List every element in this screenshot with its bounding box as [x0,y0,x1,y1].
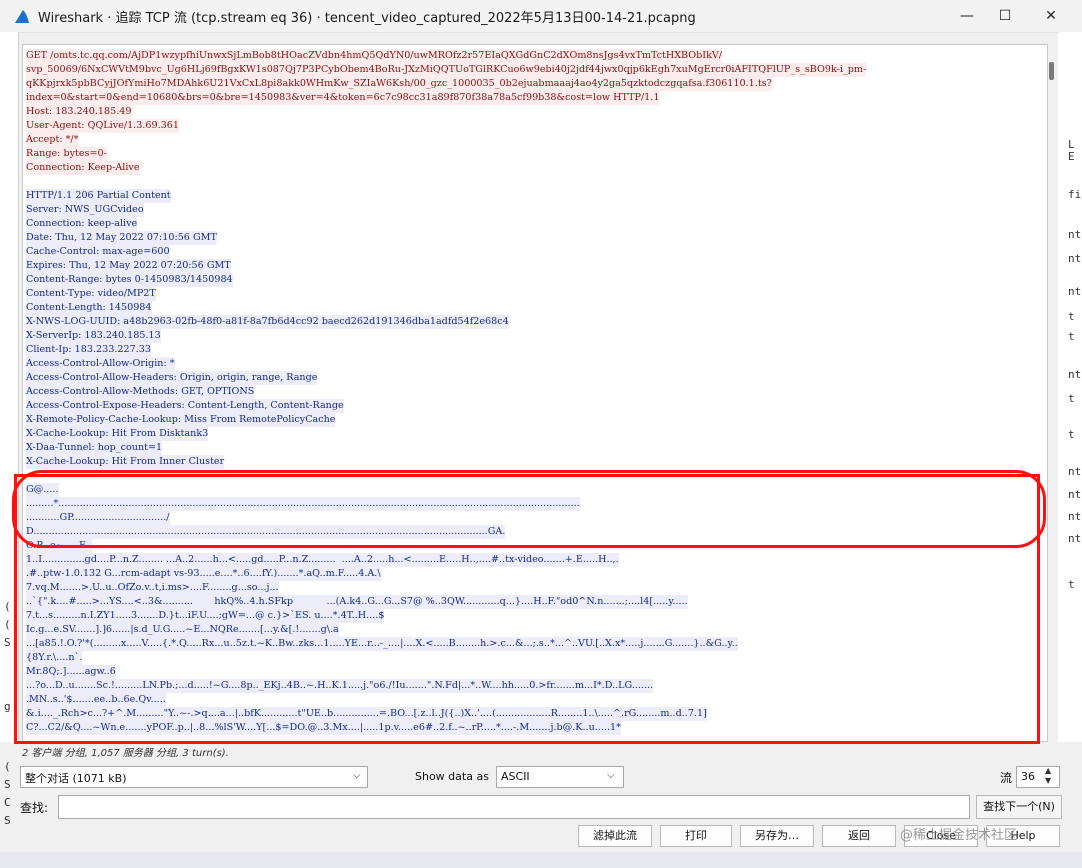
back-button[interactable]: 返回 [822,825,896,847]
client-stream-line: Range: bytes=0- [26,147,107,161]
background-glyph: ( [4,618,11,631]
server-stream-line: Content-Range: bytes 0-1450983/1450984 [26,273,233,287]
background-glyph: nt [1068,285,1082,298]
background-glyph: nt [1068,510,1082,523]
save-as-button[interactable]: 另存为… [740,825,814,847]
maximize-button[interactable]: ☐ [982,0,1028,32]
background-glyph: nt [1068,368,1082,381]
background-glyph: nt [1068,488,1082,501]
server-stream-line: Expires: Thu, 12 May 2022 07:20:56 GMT [26,259,231,273]
show-data-label: Show data as [415,770,489,783]
conversation-select-value: 整个对话 (1071 kB) [25,772,127,785]
client-stream-line: index=0&start=0&end=10680&brs=0&bre=1450… [26,91,660,105]
show-data-value: ASCII [501,770,530,783]
server-stream-line: X-NWS-LOG-UUID: a48b2963-02fb-48f0-a81f-… [26,315,509,329]
print-button[interactable]: 打印 [660,825,732,847]
server-stream-line: HTTP/1.1 206 Partial Content [26,189,171,203]
taskbar [0,852,1082,868]
client-stream-line: Accept: */* [26,133,79,147]
server-stream-line: X-Remote-Policy-Cache-Lookup: Miss From … [26,413,336,427]
background-glyph: ( [4,760,11,773]
server-stream-line: X-ServerIp: 183.240.185.13 [26,329,161,343]
server-stream-line: Cache-Control: max-age=600 [26,245,170,259]
red-annotation-rectangle [14,474,1040,744]
background-glyph: fi [1068,188,1082,201]
show-data-select[interactable]: ASCII ⌵ [496,766,624,788]
find-next-button[interactable]: 查找下一个(N) [976,795,1062,819]
stream-scrollbar-thumb[interactable] [1049,62,1054,80]
client-stream-line: qKKpjrxk5pbBCyjJOfYmiHo7MDAhk6U21VxCxL8p… [26,77,772,91]
find-input[interactable] [58,795,970,819]
server-stream-line: Content-Length: 1450984 [26,301,152,315]
server-stream-line: Access-Control-Allow-Methods: GET, OPTIO… [26,385,255,399]
client-stream-line: svp_50069/6NxCWVtM9bvc_Ug6HLj69fBgxKW1s0… [26,63,867,77]
chevron-down-icon: ⌵ [607,770,615,781]
background-glyph: nt [1068,252,1082,265]
server-stream-line: Server: NWS_UGCvideo [26,203,144,217]
background-glyph: nt [1068,532,1082,545]
background-glyph: E [1068,150,1075,163]
background-glyph: nt [1068,465,1082,478]
title-bar: Wireshark · 追踪 TCP 流 (tcp.stream eq 36) … [0,0,1082,33]
background-glyph: t [1068,310,1075,323]
server-stream-line: X-Daa-Tunnel: hop_count=1 [26,441,163,455]
server-stream-line: Access-Control-Allow-Headers: Origin, or… [26,371,318,385]
close-window-button[interactable]: ✕ [1028,0,1074,32]
background-glyph: t [1068,392,1075,405]
client-stream-line: Connection: Keep-Alive [26,161,140,175]
server-stream-line: Content-Type: video/MP2T [26,287,156,301]
background-glyph: S [4,778,11,791]
background-glyph: S [4,636,11,649]
server-stream-line: Connection: keep-alive [26,217,138,231]
background-glyph: g [4,700,11,713]
stream-label: 流 [1000,771,1013,785]
server-stream-line: Access-Control-Expose-Headers: Content-L… [26,399,344,413]
spin-down-icon[interactable]: ▼ [1045,776,1051,785]
server-stream-line: Access-Control-Allow-Origin: * [26,357,175,371]
conversation-select[interactable]: 整个对话 (1071 kB) ⌵ [20,766,368,788]
client-stream-line: GET /omts.tc.qq.com/AjDP1wzypfhiUnwxSjLm… [26,49,723,63]
watermark: @稀土掘金技术社区 [900,828,1018,843]
filter-out-stream-button[interactable]: 滤掉此流 [578,825,652,847]
client-stream-line: User-Agent: QQLive/1.3.69.361 [26,119,179,133]
wireshark-fin-icon [15,10,29,23]
background-glyph: t [1068,330,1075,343]
server-stream-line: X-Cache-Lookup: Hit From Inner Cluster [26,455,225,469]
chevron-down-icon: ⌵ [353,770,361,781]
background-glyph: ( [4,600,11,613]
server-stream-line: Client-Ip: 183.233.227.33 [26,343,151,357]
background-glyph: t [1068,578,1075,591]
server-stream-line: Date: Thu, 12 May 2022 07:10:56 GMT [26,231,217,245]
window-title: Wireshark · 追踪 TCP 流 (tcp.stream eq 36) … [38,11,696,26]
background-glyph: nt [1068,228,1082,241]
server-stream-line: X-Cache-Lookup: Hit From Disktank3 [26,427,209,441]
client-stream-line: Host: 183.240.185.49 [26,105,132,119]
find-label: 查找: [20,801,49,815]
stream-number-spinbox[interactable]: 36 ▲ ▼ [1016,766,1060,788]
spin-up-icon[interactable]: ▲ [1045,766,1051,775]
background-glyph: t [1068,428,1075,441]
stream-number-value: 36 [1021,770,1035,783]
packet-summary: 2 客户端 分组, 1,057 服务器 分组, 3 turn(s). [22,748,229,759]
background-glyph: S [4,814,11,827]
background-glyph: C [4,796,11,809]
